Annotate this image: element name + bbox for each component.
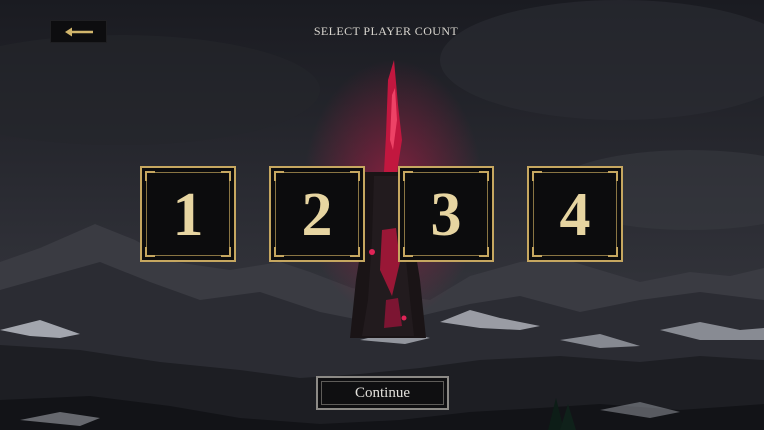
player-count-label: 2	[301, 181, 333, 249]
background-landscape	[0, 0, 764, 430]
player-count-label: 4	[559, 181, 591, 249]
player-count-2-button[interactable]: 2	[269, 166, 365, 262]
player-count-4-button[interactable]: 4	[527, 166, 623, 262]
player-count-1-button[interactable]: 1	[140, 166, 236, 262]
screen-title: SELECT PLAYER COUNT	[313, 24, 459, 38]
player-count-label: 3	[430, 181, 462, 249]
continue-button-label: Continue	[355, 384, 410, 401]
player-count-3-button[interactable]: 3	[398, 166, 494, 262]
player-count-label: 1	[172, 181, 204, 249]
game-screen: SELECT PLAYER COUNT 1 2 3 4 Continue	[0, 0, 764, 430]
continue-button[interactable]: Continue	[316, 376, 449, 410]
